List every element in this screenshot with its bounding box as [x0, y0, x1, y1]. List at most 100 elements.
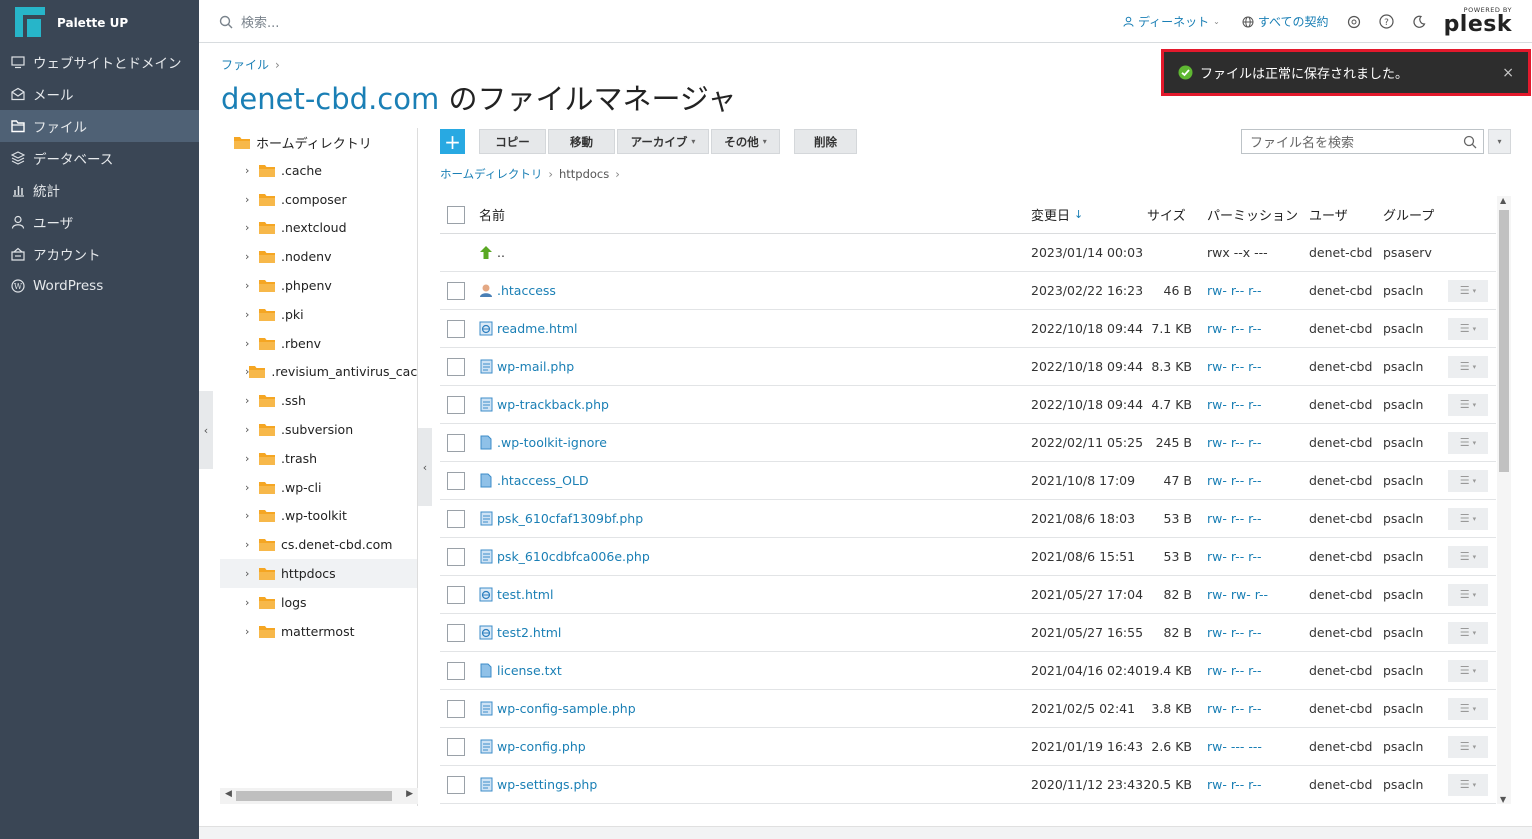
- row-checkbox[interactable]: [447, 509, 465, 528]
- row-actions-button[interactable]: ☰ ▾: [1448, 393, 1488, 416]
- add-button[interactable]: +: [440, 129, 465, 154]
- file-permissions[interactable]: rw- r-- r--: [1207, 663, 1262, 678]
- file-name-link[interactable]: readme.html: [497, 321, 577, 336]
- help-icon[interactable]: ?: [1378, 14, 1394, 29]
- tree-item[interactable]: › .nextcloud: [220, 214, 417, 243]
- file-name-link[interactable]: wp-config-sample.php: [497, 701, 636, 716]
- sidebar-item-5[interactable]: ユーザ: [0, 206, 199, 238]
- file-name-link[interactable]: wp-trackback.php: [497, 397, 609, 412]
- chevron-right-icon[interactable]: ›: [245, 164, 259, 177]
- sidebar-item-3[interactable]: データベース: [0, 142, 199, 174]
- row-actions-button[interactable]: ☰ ▾: [1448, 773, 1488, 796]
- file-permissions[interactable]: rw- r-- r--: [1207, 283, 1262, 298]
- user-menu[interactable]: ディーネット ⌄: [1123, 13, 1220, 30]
- file-name-link[interactable]: psk_610cfaf1309bf.php: [497, 511, 643, 526]
- tree-item[interactable]: › .nodenv: [220, 242, 417, 271]
- tree-item[interactable]: › .composer: [220, 185, 417, 214]
- row-checkbox[interactable]: [447, 737, 465, 756]
- table-row[interactable]: test.html 2021/05/27 17:04 82 B rw- rw- r--…: [440, 576, 1496, 614]
- row-checkbox[interactable]: [447, 623, 465, 642]
- row-checkbox[interactable]: [447, 661, 465, 680]
- tree-root[interactable]: ホームディレクトリ: [220, 128, 417, 156]
- tree-item[interactable]: › httpdocs: [220, 559, 417, 588]
- tree-collapse-handle[interactable]: ‹: [418, 428, 432, 506]
- file-permissions[interactable]: rw- r-- r--: [1207, 511, 1262, 526]
- row-checkbox[interactable]: [447, 699, 465, 718]
- tree-item[interactable]: › .revisium_antivirus_cache: [220, 358, 417, 387]
- close-icon[interactable]: ×: [1502, 65, 1514, 81]
- row-checkbox[interactable]: [447, 395, 465, 414]
- chevron-right-icon[interactable]: ›: [245, 452, 259, 465]
- table-row[interactable]: psk_610cdbfca006e.php 2021/08/6 15:51 53 B…: [440, 538, 1496, 576]
- sidebar-collapse-handle[interactable]: ‹: [199, 391, 213, 469]
- row-actions-button[interactable]: ☰ ▾: [1448, 621, 1488, 644]
- row-actions-button[interactable]: ☰ ▾: [1448, 545, 1488, 568]
- tree-item[interactable]: › .cache: [220, 156, 417, 185]
- row-actions-button[interactable]: ☰ ▾: [1448, 317, 1488, 340]
- page-title-domain[interactable]: denet-cbd.com: [221, 82, 439, 116]
- row-checkbox[interactable]: [447, 319, 465, 338]
- row-actions-button[interactable]: ☰ ▾: [1448, 507, 1488, 530]
- table-row[interactable]: wp-trackback.php 2022/10/18 09:44 4.7 KB rw…: [440, 386, 1496, 424]
- chevron-right-icon[interactable]: ›: [245, 509, 259, 522]
- tree-item[interactable]: › .wp-toolkit: [220, 502, 417, 531]
- file-name-link[interactable]: test2.html: [497, 625, 561, 640]
- row-actions-button[interactable]: ☰ ▾: [1448, 355, 1488, 378]
- file-name-link[interactable]: .htaccess: [497, 283, 556, 298]
- chevron-right-icon[interactable]: ›: [245, 596, 259, 609]
- header-group[interactable]: グループ: [1383, 196, 1434, 233]
- tree-item[interactable]: › .pki: [220, 300, 417, 329]
- file-permissions[interactable]: rw- r-- r--: [1207, 321, 1262, 336]
- file-name-link[interactable]: wp-config.php: [497, 739, 586, 754]
- table-row[interactable]: psk_610cfaf1309bf.php 2021/08/6 18:03 53 B…: [440, 500, 1496, 538]
- file-name-link[interactable]: license.txt: [497, 663, 562, 678]
- chevron-right-icon[interactable]: ›: [245, 538, 259, 551]
- table-row[interactable]: wp-config.php 2021/01/19 16:43 2.6 KB rw- -…: [440, 728, 1496, 766]
- row-checkbox[interactable]: [447, 775, 465, 794]
- tree-item[interactable]: › .ssh: [220, 386, 417, 415]
- table-row[interactable]: .wp-toolkit-ignore 2022/02/11 05:25 245 B r…: [440, 424, 1496, 462]
- row-checkbox[interactable]: [447, 281, 465, 300]
- row-actions-button[interactable]: ☰ ▾: [1448, 469, 1488, 492]
- scrollbar-thumb[interactable]: [236, 791, 392, 801]
- chevron-right-icon[interactable]: ›: [245, 193, 259, 206]
- tree-item[interactable]: › .subversion: [220, 415, 417, 444]
- table-row[interactable]: .. 2023/01/14 00:03 rwx --x --- denet-cbd ps…: [440, 234, 1496, 272]
- row-actions-button[interactable]: ☰ ▾: [1448, 659, 1488, 682]
- file-breadcrumb-home[interactable]: ホームディレクトリ: [440, 166, 542, 182]
- table-row[interactable]: wp-mail.php 2022/10/18 09:44 8.3 KB rw- r--…: [440, 348, 1496, 386]
- file-permissions[interactable]: rw- r-- r--: [1207, 777, 1262, 792]
- row-actions-button[interactable]: ☰ ▾: [1448, 279, 1488, 302]
- subscriptions-link[interactable]: すべての契約: [1242, 13, 1329, 30]
- scroll-down-icon[interactable]: ▼: [1500, 795, 1506, 804]
- tree-item[interactable]: › cs.denet-cbd.com: [220, 530, 417, 559]
- row-checkbox[interactable]: [447, 471, 465, 490]
- tree-item[interactable]: › logs: [220, 588, 417, 617]
- table-row[interactable]: .htaccess_OLD 2021/10/8 17:09 47 B rw- r-- …: [440, 462, 1496, 500]
- file-name-link[interactable]: .htaccess_OLD: [497, 473, 589, 488]
- tree-item[interactable]: › .phpenv: [220, 271, 417, 300]
- chevron-right-icon[interactable]: ›: [245, 308, 259, 321]
- sidebar-item-6[interactable]: アカウント: [0, 238, 199, 270]
- row-actions-button[interactable]: ☰ ▾: [1448, 583, 1488, 606]
- file-permissions[interactable]: rw- r-- r--: [1207, 625, 1262, 640]
- brand[interactable]: Palette UP: [0, 0, 199, 46]
- file-name-link[interactable]: psk_610cdbfca006e.php: [497, 549, 650, 564]
- file-name-link[interactable]: wp-settings.php: [497, 777, 597, 792]
- other-button[interactable]: その他 ▾: [711, 129, 780, 154]
- chevron-right-icon[interactable]: ›: [245, 221, 259, 234]
- scrollbar-thumb[interactable]: [1499, 210, 1509, 472]
- file-permissions[interactable]: rw- --- ---: [1207, 739, 1262, 754]
- dark-mode-icon[interactable]: [1412, 15, 1426, 29]
- file-permissions[interactable]: rw- r-- r--: [1207, 397, 1262, 412]
- header-size[interactable]: サイズ: [1147, 196, 1186, 233]
- tree-item[interactable]: › .wp-cli: [220, 473, 417, 502]
- extensions-icon[interactable]: [1347, 15, 1361, 29]
- tree-item[interactable]: › .rbenv: [220, 329, 417, 358]
- chevron-right-icon[interactable]: ›: [245, 250, 259, 263]
- chevron-right-icon[interactable]: ›: [245, 394, 259, 407]
- chevron-right-icon[interactable]: ›: [245, 423, 259, 436]
- search-options-dropdown[interactable]: ▾: [1488, 129, 1511, 154]
- table-vertical-scrollbar[interactable]: ▲ ▼: [1497, 196, 1511, 804]
- row-checkbox[interactable]: [447, 547, 465, 566]
